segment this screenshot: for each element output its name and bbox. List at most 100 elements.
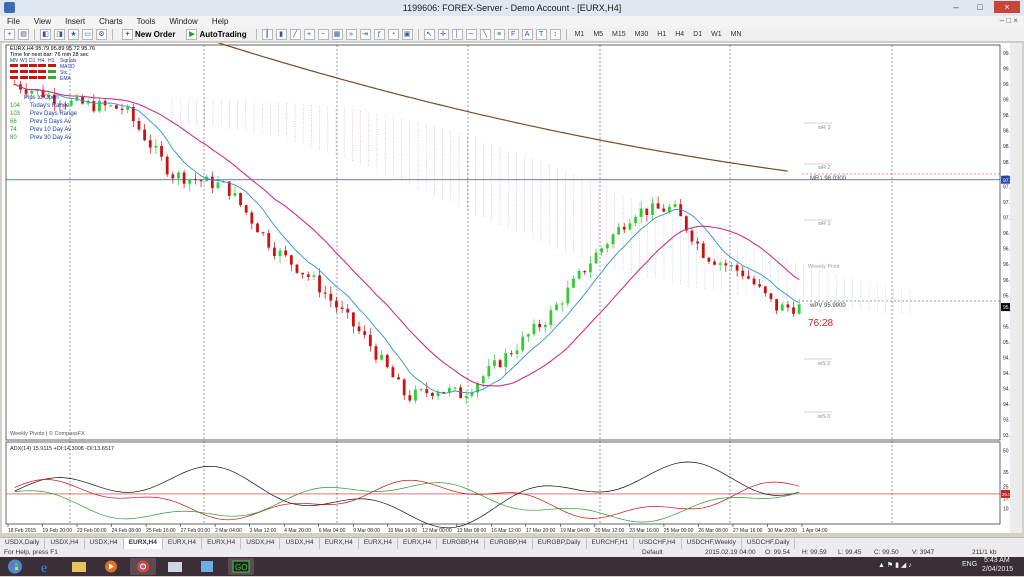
tray-time[interactable]: 5:43 AM <box>984 557 1010 564</box>
svg-text:e: e <box>41 561 47 575</box>
chart-tab[interactable]: EURX,H4 <box>320 538 359 549</box>
cursor-icon[interactable]: ↖ <box>423 29 435 40</box>
chart-tab[interactable]: EURCHF,H1 <box>587 538 635 549</box>
fibonacci-icon[interactable]: F <box>507 29 519 40</box>
market-watch-icon[interactable]: ◧ <box>40 29 51 40</box>
chart-window[interactable]: 97.81 50352520171020.0000 99.8599.6099.3… <box>2 33 1022 534</box>
navigator-icon[interactable]: ★ <box>68 29 79 40</box>
candle-body <box>509 353 513 355</box>
timeframe-h1[interactable]: H1 <box>654 31 669 38</box>
indicators-icon[interactable]: ƒ <box>373 29 385 40</box>
arrows-icon[interactable]: ↕ <box>549 29 561 40</box>
channel-icon[interactable]: ≡ <box>493 29 505 40</box>
photos-icon[interactable] <box>162 558 188 575</box>
status-bar: For Help, press F1 Default 2015.02.19 04… <box>0 549 1024 557</box>
chart-tab[interactable]: EURX,H4 <box>123 538 163 549</box>
autotrading-button[interactable]: ▶ AutoTrading <box>182 29 250 40</box>
ie-icon[interactable]: e <box>34 558 60 576</box>
metatrader-icon[interactable]: GO <box>228 558 254 575</box>
candle-body <box>577 270 581 279</box>
timeframe-w1[interactable]: W1 <box>708 31 725 38</box>
trendline-icon[interactable]: ╲ <box>479 29 491 40</box>
menu-charts[interactable]: Charts <box>92 16 130 28</box>
menu-window[interactable]: Window <box>162 16 204 28</box>
chart-tab[interactable]: USDCHF,H4 <box>634 538 682 549</box>
text-tool-icon[interactable]: A <box>521 29 533 40</box>
tray-icons[interactable]: ▲ ⚑ ▮ ◢ ♪ <box>878 561 912 569</box>
chart-tab[interactable]: EURGBP,H4 <box>485 538 533 549</box>
chart-tab[interactable]: EURGBP,Daily <box>533 538 587 549</box>
paint-icon[interactable] <box>194 558 220 575</box>
chart-tab[interactable]: USDX,Daily <box>0 538 46 549</box>
chart-tab[interactable]: EURX,H4 <box>359 538 398 549</box>
autoscroll-icon[interactable]: » <box>345 29 357 40</box>
menu-help[interactable]: Help <box>205 16 235 28</box>
chart-tab[interactable]: USDCHF,Daily <box>742 538 796 549</box>
candle-body <box>566 287 570 304</box>
candle-body <box>634 216 637 224</box>
tray-date[interactable]: 2/04/2015 <box>982 566 1013 573</box>
candle-body <box>335 300 338 308</box>
timeframe-m30[interactable]: M30 <box>632 31 652 38</box>
label-tool-icon[interactable]: T <box>535 29 547 40</box>
signal-ema: EMA <box>60 76 72 82</box>
vertical-scrollbar[interactable] <box>1010 43 1022 533</box>
timeframe-h4[interactable]: H4 <box>672 31 687 38</box>
candlestick-icon[interactable]: ▮ <box>275 29 287 40</box>
candle-body <box>295 264 299 273</box>
close-button[interactable]: × <box>994 1 1020 13</box>
timeframe-m1[interactable]: M1 <box>572 31 588 38</box>
timeframe-m15[interactable]: M15 <box>609 31 629 38</box>
candle-body <box>453 387 457 389</box>
media-player-icon[interactable] <box>98 558 124 575</box>
chart-tab[interactable]: USDX,H4 <box>280 538 320 549</box>
timeframe-mn[interactable]: MN <box>728 31 745 38</box>
terminal-icon[interactable]: ▭ <box>82 29 93 40</box>
bar-chart-icon[interactable]: ┃ <box>261 29 273 40</box>
chart-tab[interactable]: USDX,H4 <box>45 538 85 549</box>
candle-body <box>380 354 384 360</box>
candle-body <box>746 276 750 279</box>
tile-windows-icon[interactable]: ▦ <box>331 29 343 40</box>
zoom-out-icon[interactable]: − <box>317 29 329 40</box>
crosshair-icon[interactable]: ✛ <box>437 29 449 40</box>
chart-shift-icon[interactable]: ⇥ <box>359 29 371 40</box>
start-button[interactable] <box>4 558 26 575</box>
horizontal-line-icon[interactable]: ─ <box>465 29 477 40</box>
chart-tab[interactable]: USDCHF,Weekly <box>682 538 742 549</box>
chrome-icon[interactable] <box>130 558 156 575</box>
line-chart-icon[interactable]: ╱ <box>289 29 301 40</box>
menu-view[interactable]: View <box>27 16 58 28</box>
price-chart[interactable]: 97.81 50352520171020.0000 99.8599.6099.3… <box>2 33 1022 534</box>
chart-tab[interactable]: EURX,H4 <box>163 538 203 549</box>
zoom-in-icon[interactable]: + <box>303 29 315 40</box>
menu-tools[interactable]: Tools <box>130 16 163 28</box>
new-chart-icon[interactable]: + <box>4 29 15 40</box>
file-explorer-icon[interactable] <box>66 558 92 575</box>
chart-tab[interactable]: EURX,H4 <box>202 538 242 549</box>
chart-tab[interactable]: EURX,H4 <box>398 538 438 549</box>
data-window-icon[interactable]: ◨ <box>54 29 65 40</box>
child-window-controls[interactable]: – □ × <box>1000 16 1018 25</box>
timeframe-m5[interactable]: M5 <box>590 31 606 38</box>
candle-body <box>786 304 790 308</box>
templates-icon[interactable]: ▣ <box>401 29 413 40</box>
chart-tab[interactable]: USDX,H4 <box>241 538 281 549</box>
tray-language[interactable]: ENG <box>962 561 977 568</box>
candle-body <box>493 360 496 366</box>
minimize-button[interactable]: – <box>946 1 966 13</box>
tester-icon[interactable]: ⚙ <box>96 29 107 40</box>
menu-file[interactable]: File <box>0 16 27 28</box>
chart-tab[interactable]: USDX,H4 <box>85 538 124 549</box>
periods-icon[interactable]: ◔ <box>387 29 399 40</box>
range-value-5day: 66 <box>10 119 17 125</box>
chart-tab[interactable]: EURGBP,H4 <box>437 538 485 549</box>
new-order-button[interactable]: + New Order <box>118 29 179 40</box>
title-bar: 1199606: FOREX-Server - Demo Account - [… <box>0 0 1024 17</box>
vertical-line-icon[interactable]: │ <box>451 29 463 40</box>
profiles-icon[interactable]: ▤ <box>18 29 29 40</box>
maximize-button[interactable]: □ <box>970 1 990 13</box>
candle-body <box>459 387 463 399</box>
timeframe-d1[interactable]: D1 <box>690 31 705 38</box>
menu-insert[interactable]: Insert <box>58 16 92 28</box>
